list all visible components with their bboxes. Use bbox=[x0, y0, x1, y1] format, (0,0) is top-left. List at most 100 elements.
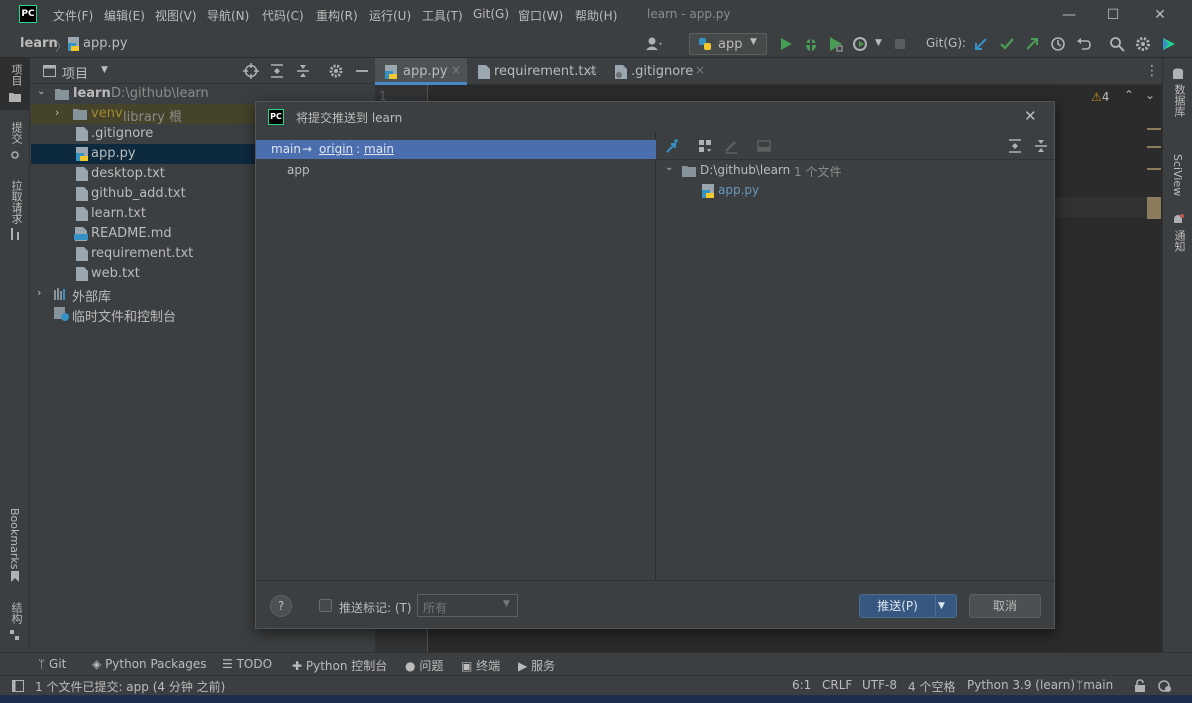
minimize-button[interactable]: — bbox=[1059, 5, 1079, 25]
menu-git[interactable]: Git(G) bbox=[473, 7, 509, 21]
stop-icon[interactable] bbox=[891, 35, 909, 53]
close-tab-icon[interactable]: × bbox=[451, 63, 461, 77]
show-diff-icon[interactable] bbox=[665, 138, 681, 154]
lock-icon[interactable] bbox=[1133, 679, 1147, 693]
project-tool-tab[interactable]: 项目 bbox=[0, 58, 30, 110]
git-push-icon[interactable] bbox=[1023, 35, 1041, 53]
menu-tools[interactable]: 工具(T) bbox=[422, 7, 463, 24]
push-button[interactable]: 推送(P) ▼ bbox=[859, 594, 957, 618]
tab-options-icon[interactable]: ⋮ bbox=[1145, 63, 1159, 79]
commit-item[interactable]: app bbox=[287, 163, 310, 177]
code-with-me-icon[interactable] bbox=[1160, 35, 1178, 53]
problems-tool-button[interactable]: ● 问题 bbox=[405, 657, 443, 674]
pull-requests-tool-label[interactable]: 拉取请求 bbox=[8, 180, 24, 224]
changes-root-row[interactable]: ⌄ D:\github\learn 1 个文件 bbox=[657, 161, 1054, 180]
hide-panel-icon[interactable] bbox=[354, 63, 370, 79]
edit-source-icon[interactable] bbox=[723, 138, 739, 154]
rollback-icon[interactable] bbox=[1075, 35, 1093, 53]
maximize-button[interactable]: ☐ bbox=[1103, 5, 1123, 25]
scrollbar-thumb[interactable] bbox=[1147, 197, 1161, 219]
menu-file[interactable]: 文件(F) bbox=[53, 7, 93, 24]
notifications-tool-label[interactable]: 通知 bbox=[1171, 230, 1187, 252]
collapse-all-icon[interactable] bbox=[1033, 138, 1049, 154]
push-tags-checkbox[interactable] bbox=[319, 599, 332, 612]
chevron-right-icon[interactable]: › bbox=[55, 106, 59, 119]
inspection-widget[interactable]: ⚠4 bbox=[1091, 90, 1109, 104]
menu-code[interactable]: 代码(C) bbox=[262, 7, 304, 24]
menu-navigate[interactable]: 导航(N) bbox=[207, 7, 249, 24]
structure-tool-label[interactable]: 结构 bbox=[8, 602, 24, 624]
collapse-all-icon[interactable] bbox=[295, 63, 311, 79]
caret-position[interactable]: 6:1 bbox=[792, 678, 811, 692]
git-commit-icon[interactable] bbox=[998, 35, 1016, 53]
chevron-down-icon[interactable]: ⌄ bbox=[665, 162, 673, 173]
tab-app-py[interactable]: app.py × bbox=[375, 58, 467, 85]
chevron-right-icon[interactable]: › bbox=[37, 286, 41, 299]
previous-highlight-icon[interactable]: ⌃ bbox=[1124, 88, 1134, 102]
menu-view[interactable]: 视图(V) bbox=[155, 7, 197, 24]
help-button[interactable]: ? bbox=[270, 595, 292, 617]
remote-link[interactable]: origin bbox=[319, 142, 353, 156]
git-update-icon[interactable] bbox=[972, 35, 990, 53]
close-tab-icon[interactable]: × bbox=[588, 63, 598, 77]
cancel-button[interactable]: 取消 bbox=[969, 594, 1041, 618]
push-options-chevron-icon[interactable]: ▼ bbox=[938, 595, 945, 617]
menu-help[interactable]: 帮助(H) bbox=[575, 7, 617, 24]
target-branch-link[interactable]: main bbox=[364, 142, 394, 156]
bookmarks-tool-label[interactable]: Bookmarks bbox=[8, 508, 21, 569]
status-message[interactable]: 1 个文件已提交: app (4 分钟 之前) bbox=[35, 678, 225, 695]
menu-run[interactable]: 运行(U) bbox=[369, 7, 411, 24]
settings-gear-icon[interactable] bbox=[1134, 35, 1152, 53]
menu-edit[interactable]: 编辑(E) bbox=[104, 7, 145, 24]
indent-setting[interactable]: 4 个空格 bbox=[908, 678, 955, 695]
changed-file-row[interactable]: app.py bbox=[657, 181, 1054, 200]
debug-icon[interactable] bbox=[802, 35, 820, 53]
git-branch-widget[interactable]: ᛘmain bbox=[1076, 678, 1113, 692]
services-tool-button[interactable]: ▶ 服务 bbox=[518, 657, 555, 674]
project-view-chevron-icon[interactable]: ▼ bbox=[101, 65, 108, 75]
tree-label: app.py bbox=[91, 146, 136, 161]
expand-all-icon[interactable] bbox=[1007, 138, 1023, 154]
run-icon[interactable] bbox=[777, 35, 795, 53]
tab-gitignore[interactable]: .gitignore × bbox=[603, 58, 713, 85]
git-tool-button[interactable]: ᛘ Git bbox=[38, 657, 66, 671]
profile-icon[interactable] bbox=[852, 35, 870, 53]
terminal-tool-button[interactable]: ▣ 终端 bbox=[461, 657, 500, 674]
user-icon[interactable] bbox=[645, 35, 663, 53]
inspector-icon[interactable] bbox=[1157, 679, 1173, 693]
file-encoding[interactable]: UTF-8 bbox=[862, 678, 897, 692]
breadcrumb-file[interactable]: app.py bbox=[83, 36, 128, 51]
close-tab-icon[interactable]: × bbox=[695, 63, 705, 77]
python-interpreter[interactable]: Python 3.9 (learn) bbox=[967, 678, 1075, 692]
search-icon[interactable] bbox=[1108, 35, 1126, 53]
project-panel-title[interactable]: 项目 bbox=[62, 63, 88, 82]
toggle-tool-windows-icon[interactable] bbox=[12, 680, 24, 692]
expand-all-icon[interactable] bbox=[269, 63, 285, 79]
push-target-row[interactable]: main → origin : main bbox=[256, 140, 656, 159]
chevron-down-icon[interactable]: ⌄ bbox=[37, 86, 45, 97]
run-more-chevron-icon[interactable]: ▼ bbox=[875, 38, 882, 48]
python-console-tool-button[interactable]: ✚ Python 控制台 bbox=[292, 657, 387, 674]
locate-file-icon[interactable] bbox=[243, 63, 259, 79]
push-tags-select[interactable]: 所有 ▼ bbox=[417, 594, 518, 617]
tab-requirement-txt[interactable]: requirement.txt × bbox=[468, 58, 602, 85]
commit-tool-label[interactable]: 提交 bbox=[8, 122, 24, 144]
sciview-tool-label[interactable]: SciView bbox=[1171, 154, 1184, 196]
dialog-close-button[interactable]: ✕ bbox=[1024, 107, 1037, 125]
run-config-selector[interactable]: app ▼ bbox=[689, 33, 767, 55]
menu-window[interactable]: 窗口(W) bbox=[518, 7, 563, 24]
next-highlight-icon[interactable]: ⌄ bbox=[1145, 88, 1155, 102]
line-separator[interactable]: CRLF bbox=[822, 678, 852, 692]
close-window-button[interactable]: ✕ bbox=[1150, 5, 1170, 25]
folder-icon bbox=[682, 166, 696, 177]
menu-refactor[interactable]: 重构(R) bbox=[316, 7, 358, 24]
history-icon[interactable] bbox=[1049, 35, 1067, 53]
project-settings-gear-icon[interactable] bbox=[328, 63, 344, 79]
preview-panel-icon[interactable] bbox=[756, 138, 772, 154]
database-tool-label[interactable]: 数据库 bbox=[1171, 84, 1187, 117]
coverage-icon[interactable] bbox=[827, 35, 845, 53]
python-packages-tool-button[interactable]: ◈ Python Packages bbox=[92, 657, 206, 671]
todo-tool-button[interactable]: ☰ TODO bbox=[222, 657, 272, 671]
breadcrumb-project[interactable]: learn bbox=[20, 36, 58, 51]
group-by-icon[interactable] bbox=[697, 138, 713, 154]
